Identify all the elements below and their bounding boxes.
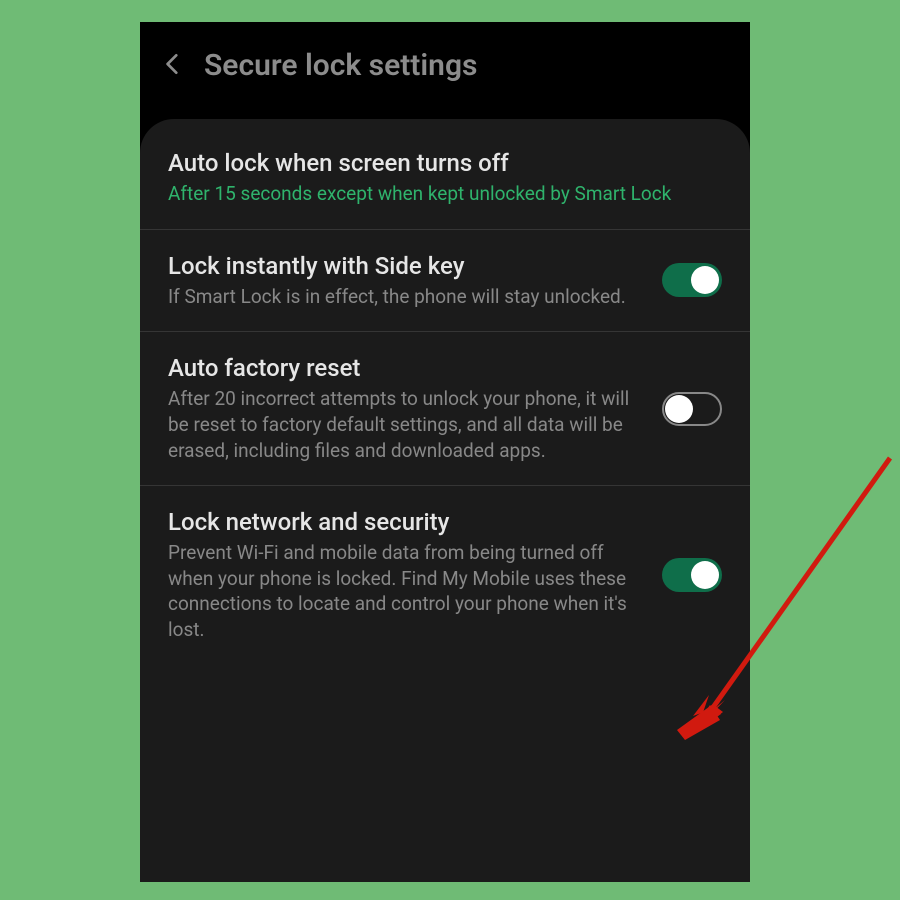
setting-text: Lock network and security Prevent Wi-Fi …: [168, 508, 642, 643]
setting-text: Auto lock when screen turns off After 15…: [168, 149, 722, 207]
setting-desc: Prevent Wi-Fi and mobile data from being…: [168, 540, 642, 643]
setting-desc: After 20 incorrect attempts to unlock yo…: [168, 386, 642, 463]
settings-panel: Auto lock when screen turns off After 15…: [140, 119, 750, 882]
setting-text: Lock instantly with Side key If Smart Lo…: [168, 252, 642, 310]
setting-title: Auto lock when screen turns off: [168, 149, 722, 177]
chevron-left-icon: [160, 51, 186, 81]
back-button[interactable]: [160, 51, 186, 81]
page-title: Secure lock settings: [204, 48, 477, 83]
toggle-knob: [691, 561, 719, 589]
setting-title: Auto factory reset: [168, 354, 642, 382]
setting-lock-network-security[interactable]: Lock network and security Prevent Wi-Fi …: [140, 486, 750, 665]
setting-auto-lock[interactable]: Auto lock when screen turns off After 15…: [140, 119, 750, 230]
toggle-lock-network-security[interactable]: [662, 558, 722, 592]
setting-lock-side-key[interactable]: Lock instantly with Side key If Smart Lo…: [140, 230, 750, 333]
setting-title: Lock network and security: [168, 508, 642, 536]
toggle-lock-side-key[interactable]: [662, 263, 722, 297]
toggle-knob: [665, 395, 693, 423]
toggle-knob: [691, 266, 719, 294]
setting-text: Auto factory reset After 20 incorrect at…: [168, 354, 642, 463]
header: Secure lock settings: [140, 22, 750, 113]
setting-desc: After 15 seconds except when kept unlock…: [168, 181, 722, 207]
settings-screen: Secure lock settings Auto lock when scre…: [140, 22, 750, 882]
setting-auto-factory-reset[interactable]: Auto factory reset After 20 incorrect at…: [140, 332, 750, 486]
toggle-auto-factory-reset[interactable]: [662, 392, 722, 426]
setting-title: Lock instantly with Side key: [168, 252, 642, 280]
setting-desc: If Smart Lock is in effect, the phone wi…: [168, 284, 642, 310]
